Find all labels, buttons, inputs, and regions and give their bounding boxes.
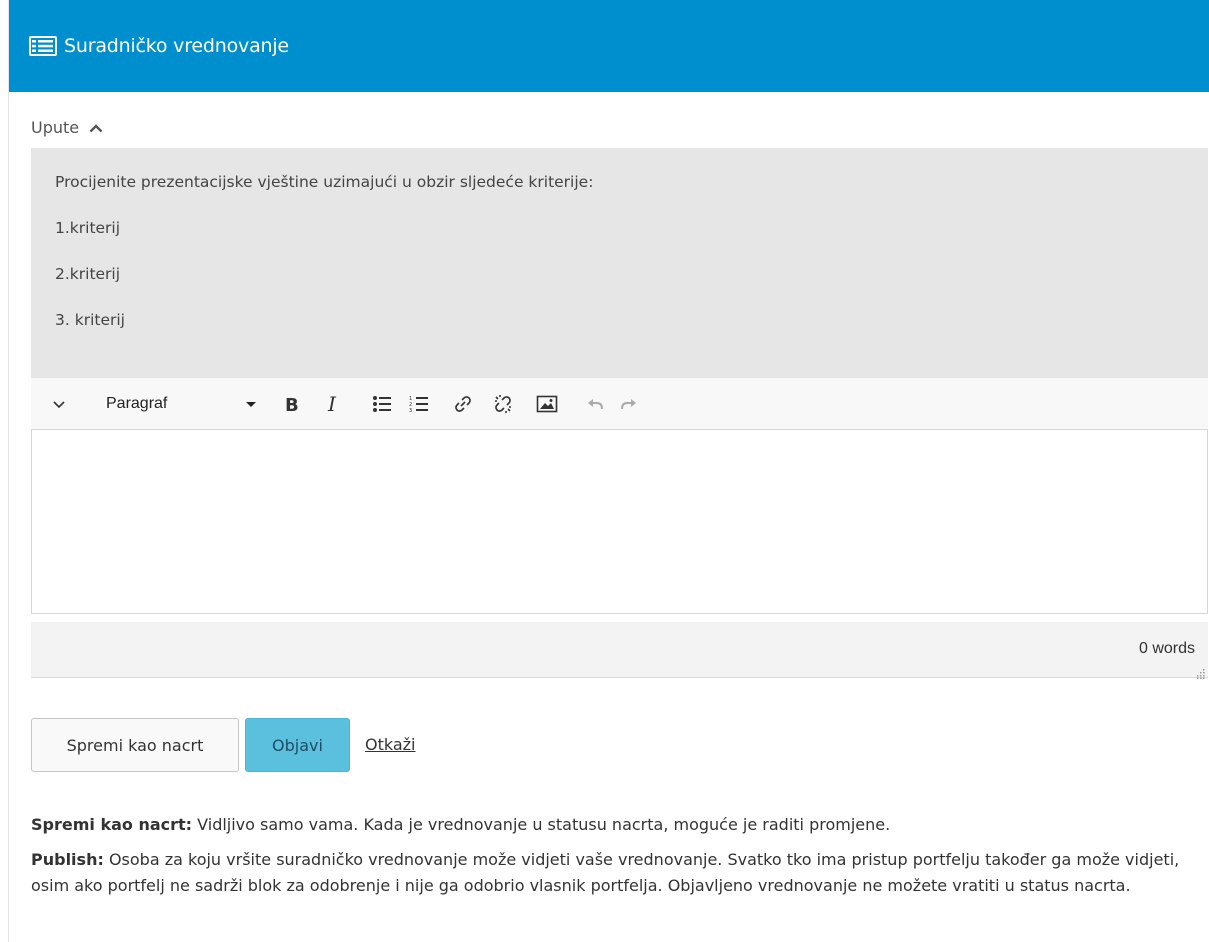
format-select-value: Paragraf [106, 394, 168, 412]
chevron-up-icon [89, 123, 103, 133]
instructions-box: Procijenite prezentacijske vještine uzim… [31, 148, 1208, 378]
svg-text:I: I [327, 395, 337, 413]
svg-text:3: 3 [409, 408, 412, 413]
undo-icon [580, 386, 610, 422]
publish-help-text: Osoba za koju vršite suradničko vrednova… [31, 850, 1180, 895]
image-icon[interactable] [532, 386, 562, 422]
redo-icon [614, 386, 644, 422]
svg-text:B: B [285, 395, 299, 413]
word-count: 0 words [1138, 640, 1195, 657]
panel-header: Suradničko vrednovanje [9, 0, 1209, 92]
instructions-line: Procijenite prezentacijske vještine uzim… [55, 173, 594, 191]
instructions-line: 3. kriterij [55, 311, 125, 329]
panel-title: Suradničko vrednovanje [64, 35, 289, 57]
draft-help-label: Spremi kao nacrt: [31, 815, 193, 834]
draft-help-text: Vidljivo samo vama. Kada je vrednovanje … [192, 815, 891, 834]
instructions-toggle[interactable]: Upute [31, 118, 103, 137]
instructions-line: 1.kriterij [55, 219, 121, 237]
bullet-list-icon[interactable] [367, 386, 397, 422]
italic-icon[interactable]: I [319, 386, 349, 422]
save-draft-button[interactable]: Spremi kao nacrt [31, 718, 239, 772]
peer-assessment-panel: Suradničko vrednovanje Upute Procijenite… [8, 0, 1209, 942]
page-margin [0, 0, 8, 942]
cancel-link[interactable]: Otkaži [365, 735, 416, 754]
publish-button[interactable]: Objavi [245, 718, 350, 772]
help-text: Spremi kao nacrt: Vidljivo samo vama. Ka… [31, 812, 1208, 908]
caret-down-icon [246, 401, 256, 407]
numbered-list-icon[interactable]: 1 2 3 [404, 386, 434, 422]
publish-help-label: Publish: [31, 850, 104, 869]
chevron-down-icon[interactable] [38, 386, 80, 422]
publish-help: Publish: Osoba za koju vršite suradničko… [31, 847, 1208, 899]
editor-statusbar: 0 words [31, 622, 1208, 679]
list-form-icon [28, 34, 58, 58]
resize-grip-icon[interactable] [1195, 664, 1205, 679]
bold-icon[interactable]: B [277, 386, 307, 422]
editor-toolbar: Paragraf B I 1 2 3 [31, 378, 1208, 429]
instructions-toggle-label: Upute [31, 118, 80, 137]
format-select[interactable]: Paragraf [106, 386, 256, 422]
instructions-line: 2.kriterij [55, 265, 121, 283]
feedback-editor[interactable] [31, 429, 1208, 614]
link-icon[interactable] [448, 386, 478, 422]
draft-help: Spremi kao nacrt: Vidljivo samo vama. Ka… [31, 812, 1208, 838]
unlink-icon[interactable] [488, 386, 518, 422]
